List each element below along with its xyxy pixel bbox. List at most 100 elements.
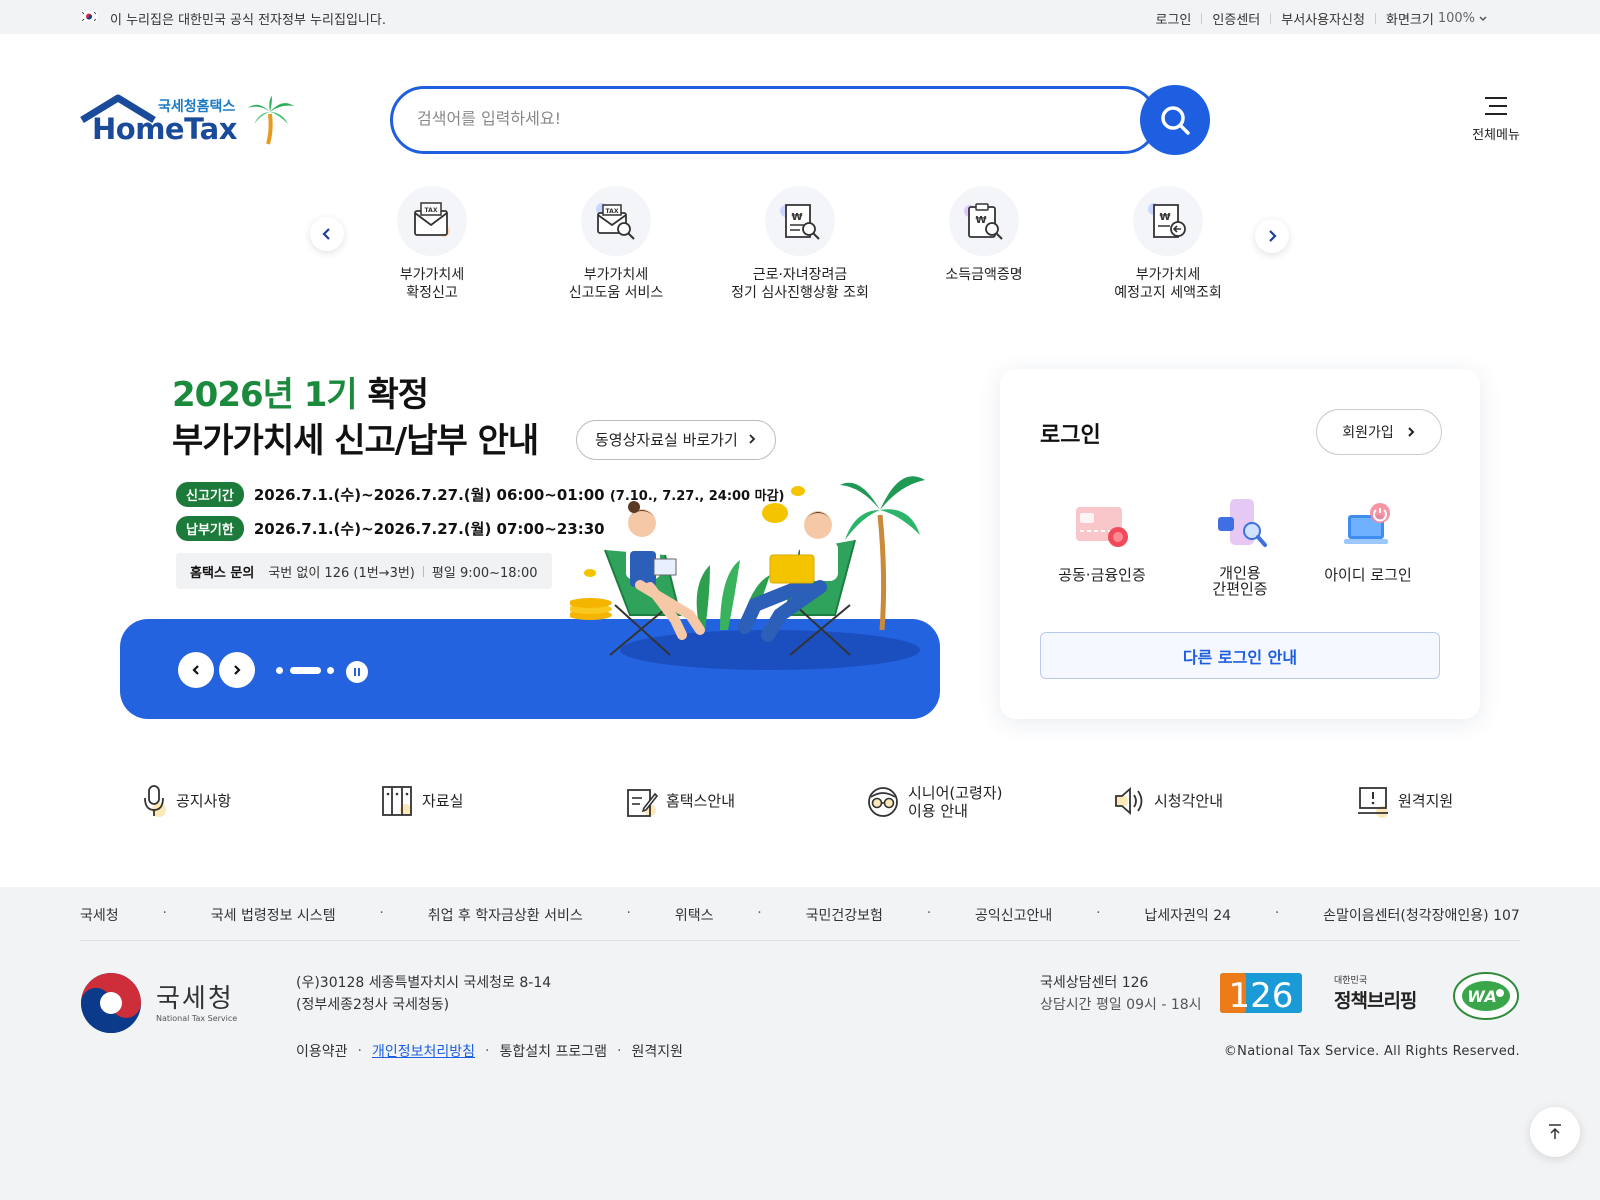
service-audiovisual[interactable]: 시청각안내	[1112, 784, 1223, 818]
wa-certification-logo: WA	[1453, 972, 1519, 1020]
footer-link[interactable]: 손말이음센터(청각장애인용) 107	[1323, 905, 1520, 925]
footer-link[interactable]: 위택스	[675, 905, 714, 925]
footer-link[interactable]: 국민건강보험	[806, 905, 883, 925]
badge-126-text: 126	[1229, 976, 1294, 1015]
all-menu-button[interactable]: 전체메뉴	[1466, 96, 1526, 143]
quick-menu-next-button[interactable]	[1255, 219, 1289, 253]
footer-link[interactable]: 취업 후 학자금상환 서비스	[428, 905, 583, 925]
footer: 국세청 · 국세 법령정보 시스템 · 취업 후 학자금상환 서비스 · 위택스…	[0, 887, 1600, 1200]
policy-briefing-logo[interactable]: 대한민국 정책브리핑	[1334, 973, 1426, 1013]
report-period-text: 2026.7.1.(수)~2026.7.27.(월) 06:00~01:00	[253, 486, 605, 504]
footer-link[interactable]: 납세자권익 24	[1144, 905, 1231, 925]
cert-center-link[interactable]: 인증센터	[1212, 9, 1260, 28]
utility-links: 로그인 인증센터 부서사용자신청 화면크기 100%	[1156, 9, 1488, 28]
archive-icon	[382, 786, 412, 816]
edit-document-icon	[627, 789, 658, 817]
banner-indicator-dot[interactable]	[327, 667, 334, 674]
service-remote-support[interactable]: 원격지원	[1356, 784, 1453, 818]
web-accessibility-mark[interactable]: WA	[1452, 971, 1520, 1025]
policy-briefing-name: 정책브리핑	[1334, 990, 1417, 1012]
chevron-right-icon	[234, 665, 241, 675]
service-senior-guide[interactable]: 시니어(고령자) 이용 안내	[866, 784, 1003, 820]
banner-pause-button[interactable]	[346, 661, 368, 683]
quick-menu-item[interactable]: TAX 부가가치세 신고도움 서비스	[531, 186, 701, 302]
hamburger-menu-icon	[1485, 97, 1507, 115]
zoom-control[interactable]: 화면크기 100%	[1386, 9, 1488, 28]
footer-address: (우)30128 세종특별자치시 국세청로 8-14 (정부세종2청사 국세청동…	[296, 975, 552, 1013]
svg-text:₩: ₩	[791, 212, 802, 223]
quick-menu-label: 부가가치세 확정신고	[399, 267, 465, 301]
zoom-label: 화면크기	[1385, 13, 1434, 28]
other-login-button[interactable]: 다른 로그인 안내	[1040, 632, 1440, 679]
footer-link[interactable]: 공익신고안내	[975, 905, 1052, 925]
privacy-policy-link[interactable]: 개인정보처리방침	[372, 1041, 475, 1061]
footer-link[interactable]: 국세청	[80, 905, 119, 925]
login-link[interactable]: 로그인	[1156, 9, 1192, 28]
tax-search-icon: TAX	[596, 203, 635, 240]
id-login-option[interactable]: 아이디 로그인	[1303, 497, 1433, 583]
certificate-card-icon	[1076, 507, 1128, 547]
banner-next-button[interactable]	[219, 652, 255, 688]
service-hometax-guide[interactable]: 홈택스안내	[624, 784, 735, 818]
quick-menu-item[interactable]: ₩ 근로·자녀장려금 정기 심사진행상황 조회	[715, 186, 885, 302]
all-menu-label: 전체메뉴	[1472, 128, 1520, 143]
simple-auth-label: 개인용 간편인증	[1212, 564, 1268, 598]
badge-126[interactable]: 126	[1220, 971, 1302, 1019]
banner-indicator-dot[interactable]	[276, 667, 283, 674]
video-room-label: 동영상자료실 바로가기	[595, 431, 738, 449]
banner-prev-button[interactable]	[178, 652, 214, 688]
install-program-link[interactable]: 통합설치 프로그램	[499, 1041, 607, 1061]
banner-title-line2: 부가가치세 신고/납부 안내	[172, 421, 539, 461]
join-button[interactable]: 회원가입	[1316, 409, 1442, 455]
scroll-top-button[interactable]	[1530, 1107, 1580, 1157]
join-label: 회원가입	[1342, 425, 1394, 441]
cert-login-label: 공동·금융인증	[1058, 566, 1146, 584]
hometax-logo[interactable]: 국세청홈택스 HomeTax	[80, 92, 295, 152]
payment-period-row: 납부기한 2026.7.1.(수)~2026.7.27.(월) 07:00~23…	[176, 516, 605, 541]
speaker-icon	[1115, 787, 1143, 815]
payment-period-tag: 납부기한	[176, 516, 244, 541]
monitor-alert-icon	[1358, 787, 1388, 818]
remote-support-link[interactable]: 원격지원	[631, 1041, 683, 1061]
service-archive[interactable]: 자료실	[380, 784, 463, 818]
dept-user-link[interactable]: 부서사용자신청	[1281, 9, 1365, 28]
quick-menu-prev-button[interactable]	[310, 217, 344, 251]
service-label: 시청각안내	[1154, 792, 1224, 810]
cert-login-option[interactable]: 공동·금융인증	[1037, 497, 1167, 583]
service-notice[interactable]: 공지사항	[140, 784, 231, 818]
banner-indicator-active[interactable]	[290, 667, 321, 674]
quick-menu-item[interactable]: ₩ 부가가치세 예정고지 세액조회	[1083, 186, 1253, 302]
footer-link[interactable]: 국세 법령정보 시스템	[211, 905, 336, 925]
search-input[interactable]	[417, 109, 1077, 128]
quick-menu-item[interactable]: ₩ 소득금액증명	[899, 186, 1069, 284]
service-label: 홈택스안내	[666, 792, 736, 810]
login-panel: 로그인 회원가입 공동·금융인증 개인용 간편인증 아이디 로그인 다른 로그인…	[1000, 369, 1480, 719]
id-login-label: 아이디 로그인	[1324, 566, 1412, 584]
quick-menu-label: 소득금액증명	[945, 267, 1023, 283]
quick-menu-item[interactable]: TAX 부가가치세 확정신고	[347, 186, 517, 302]
inquiry-phone: 국번 없이 126 (1번→3번)	[268, 565, 415, 581]
quick-menu-label: 부가가치세 예정고지 세액조회	[1114, 267, 1222, 301]
svg-text:₩: ₩	[1159, 212, 1170, 223]
inquiry-hours: 평일 9:00~18:00	[431, 565, 538, 581]
nts-name: 국세청	[156, 984, 234, 1014]
footer-divider	[80, 940, 1520, 941]
search-icon	[1161, 106, 1190, 135]
nts-logo: 국세청 National Tax Service	[80, 972, 240, 1036]
video-room-button[interactable]: 동영상자료실 바로가기	[576, 420, 776, 460]
search-button[interactable]	[1140, 85, 1210, 155]
quick-menu-label: 부가가치세 신고도움 서비스	[568, 267, 664, 301]
won-receipt-arrow-icon: ₩	[1148, 203, 1186, 238]
banner-title-rest: 확정	[356, 375, 430, 415]
nts-english-name: National Tax Service	[156, 1014, 238, 1023]
footer-related-links: 국세청 · 국세 법령정보 시스템 · 취업 후 학자금상환 서비스 · 위택스…	[80, 905, 1520, 925]
arrow-up-icon	[1549, 1124, 1561, 1139]
simple-auth-option[interactable]: 개인용 간편인증	[1175, 495, 1305, 597]
login-title: 로그인	[1040, 423, 1101, 448]
terms-link[interactable]: 이용약관	[296, 1041, 348, 1061]
gov-notice-bar: 이 누리집은 대한민국 공식 전자정부 누리집입니다. 로그인 인증센터 부서사…	[0, 0, 1600, 34]
banner-title-highlight: 2026년 1기	[172, 375, 358, 415]
service-label: 시니어(고령자) 이용 안내	[908, 784, 1003, 820]
chevron-right-icon	[748, 434, 755, 444]
svg-text:TAX: TAX	[606, 208, 619, 215]
